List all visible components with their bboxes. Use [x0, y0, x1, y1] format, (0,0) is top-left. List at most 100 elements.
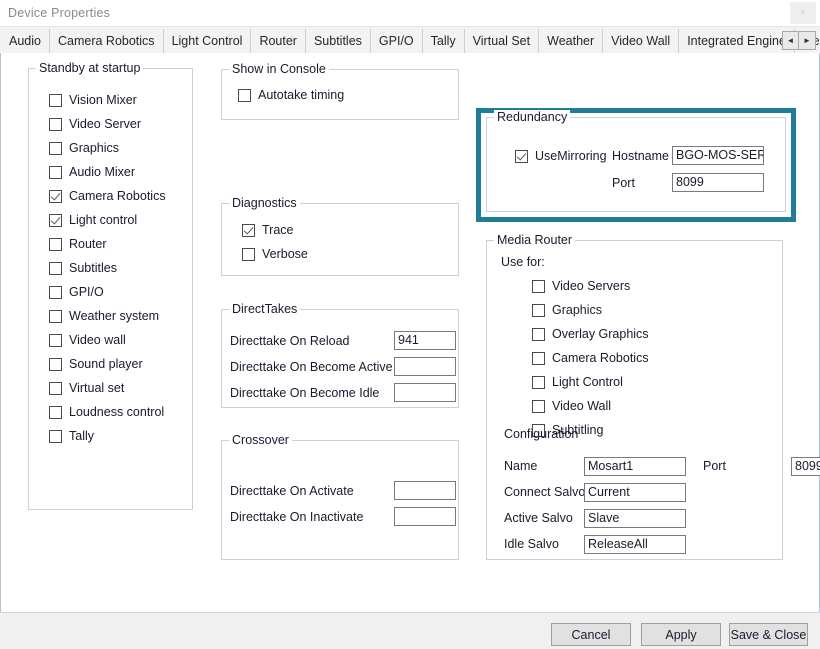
standby-item-checkbox[interactable]: [49, 334, 62, 347]
diagnostics-item-checkbox[interactable]: [242, 248, 255, 261]
media-router-item-checkbox[interactable]: [532, 304, 545, 317]
tab-bar: AudioCamera RoboticsLight ControlRouterS…: [0, 27, 820, 54]
diagnostics-item-checkbox[interactable]: [242, 224, 255, 237]
standby-item-checkbox[interactable]: [49, 406, 62, 419]
direct-take-label: Directtake On Become Active: [230, 360, 394, 374]
tab-scroll-right-button[interactable]: ►: [799, 31, 816, 50]
media-router-item-row[interactable]: Video Servers: [532, 274, 649, 298]
tab-gpi-o[interactable]: GPI/O: [371, 29, 423, 53]
standby-item-row[interactable]: Weather system: [49, 304, 166, 328]
configuration-label: Configuration: [504, 427, 578, 441]
use-mirroring-checkbox-row[interactable]: UseMirroring: [515, 146, 607, 166]
idle-salvo-row: Idle Salvo ReleaseAll: [504, 531, 820, 557]
idle-salvo-input[interactable]: ReleaseAll: [584, 535, 686, 554]
standby-item-label: Subtitles: [69, 261, 117, 275]
standby-item-checkbox[interactable]: [49, 190, 62, 203]
use-for-label: Use for:: [501, 255, 545, 269]
standby-item-row[interactable]: GPI/O: [49, 280, 166, 304]
crossover-field-input[interactable]: [394, 481, 456, 500]
standby-item-row[interactable]: Audio Mixer: [49, 160, 166, 184]
standby-item-checkbox[interactable]: [49, 382, 62, 395]
media-router-port-input[interactable]: 8099: [791, 457, 820, 476]
standby-item-checkbox[interactable]: [49, 430, 62, 443]
direct-take-row: Directtake On Become Idle: [230, 383, 466, 402]
media-router-item-row[interactable]: Light Control: [532, 370, 649, 394]
console-item-checkbox[interactable]: [238, 89, 251, 102]
standby-item-row[interactable]: Subtitles: [49, 256, 166, 280]
hostname-input[interactable]: BGO-MOS-SER: [672, 146, 764, 165]
direct-take-row: Directtake On Become Active: [230, 357, 466, 376]
standby-item-checkbox[interactable]: [49, 166, 62, 179]
standby-item-checkbox[interactable]: [49, 310, 62, 323]
standby-item-row[interactable]: Loudness control: [49, 400, 166, 424]
standby-item-row[interactable]: Light control: [49, 208, 166, 232]
standby-item-checkbox[interactable]: [49, 118, 62, 131]
standby-item-row[interactable]: Sound player: [49, 352, 166, 376]
crossover-field-label: Directtake On Inactivate: [230, 510, 394, 524]
media-router-item-checkbox[interactable]: [532, 376, 545, 389]
tab-camera-robotics[interactable]: Camera Robotics: [50, 29, 164, 53]
media-router-item-label: Video Servers: [552, 279, 630, 293]
tab-subtitles[interactable]: Subtitles: [306, 29, 371, 53]
media-router-item-row[interactable]: Graphics: [532, 298, 649, 322]
standby-item-row[interactable]: Camera Robotics: [49, 184, 166, 208]
standby-item-checkbox[interactable]: [49, 262, 62, 275]
media-router-item-row[interactable]: Camera Robotics: [532, 346, 649, 370]
media-router-item-row[interactable]: Overlay Graphics: [532, 322, 649, 346]
direct-take-input[interactable]: 941: [394, 331, 456, 350]
crossover-group: Crossover Directtake On ActivateDirectta…: [221, 440, 459, 560]
media-router-item-checkbox[interactable]: [532, 328, 545, 341]
tab-light-control[interactable]: Light Control: [164, 29, 252, 53]
tab-video-wall[interactable]: Video Wall: [603, 29, 679, 53]
standby-item-row[interactable]: Video Server: [49, 112, 166, 136]
standby-item-label: Weather system: [69, 309, 159, 323]
standby-item-row[interactable]: Router: [49, 232, 166, 256]
cancel-button[interactable]: Cancel: [551, 623, 631, 646]
media-router-item-checkbox[interactable]: [532, 400, 545, 413]
standby-item-row[interactable]: Vision Mixer: [49, 88, 166, 112]
media-router-checkbox-list: Video Servers GraphicsOverlay GraphicsCam…: [532, 274, 649, 442]
media-router-item-row[interactable]: Video Wall: [532, 394, 649, 418]
media-router-name-row: Name Mosart1 Port 8099: [504, 453, 820, 479]
tab-weather[interactable]: Weather: [539, 29, 603, 53]
crossover-field-input[interactable]: [394, 507, 456, 526]
diagnostics-item-row[interactable]: Verbose: [242, 242, 308, 266]
direct-take-input[interactable]: [394, 383, 456, 402]
standby-item-checkbox[interactable]: [49, 238, 62, 251]
tab-audio[interactable]: Audio: [1, 29, 50, 53]
use-mirroring-checkbox[interactable]: [515, 150, 528, 163]
media-router-item-checkbox[interactable]: [532, 352, 545, 365]
tab-virtual-set[interactable]: Virtual Set: [465, 29, 539, 53]
media-router-group-label: Media Router: [494, 233, 575, 247]
standby-item-checkbox[interactable]: [49, 94, 62, 107]
console-item-row[interactable]: Autotake timing: [238, 85, 344, 105]
media-router-name-input[interactable]: Mosart1: [584, 457, 686, 476]
standby-item-row[interactable]: Virtual set: [49, 376, 166, 400]
diagnostics-item-row[interactable]: Trace: [242, 218, 308, 242]
redundancy-port-label: Port: [612, 176, 635, 190]
standby-at-startup-group: Standby at startup Vision MixerVideo Ser…: [28, 68, 193, 510]
standby-item-row[interactable]: Graphics: [49, 136, 166, 160]
direct-take-input[interactable]: [394, 357, 456, 376]
apply-button[interactable]: Apply: [641, 623, 721, 646]
standby-item-checkbox[interactable]: [49, 358, 62, 371]
tab-router[interactable]: Router: [251, 29, 306, 53]
save-and-close-button[interactable]: Save & Close: [729, 623, 808, 646]
connect-salvo-input[interactable]: Current: [584, 483, 686, 502]
close-icon[interactable]: ×: [790, 2, 816, 24]
standby-item-checkbox[interactable]: [49, 286, 62, 299]
crossover-field-row: Directtake On Inactivate: [230, 507, 466, 526]
idle-salvo-label: Idle Salvo: [504, 537, 584, 551]
tab-tally[interactable]: Tally: [423, 29, 465, 53]
standby-item-row[interactable]: Video wall: [49, 328, 166, 352]
standby-item-checkbox[interactable]: [49, 214, 62, 227]
standby-item-checkbox[interactable]: [49, 142, 62, 155]
tab-scroll-left-button[interactable]: ◄: [782, 31, 799, 50]
active-salvo-input[interactable]: Slave: [584, 509, 686, 528]
standby-item-row[interactable]: Tally: [49, 424, 166, 448]
media-router-item-checkbox[interactable]: [532, 280, 545, 293]
standby-item-label: Router: [69, 237, 107, 251]
dialog-footer: Cancel Apply Save & Close: [0, 612, 820, 649]
redundancy-port-input[interactable]: 8099: [672, 173, 764, 192]
tab-integrated-engine[interactable]: Integrated Engine: [679, 29, 795, 53]
